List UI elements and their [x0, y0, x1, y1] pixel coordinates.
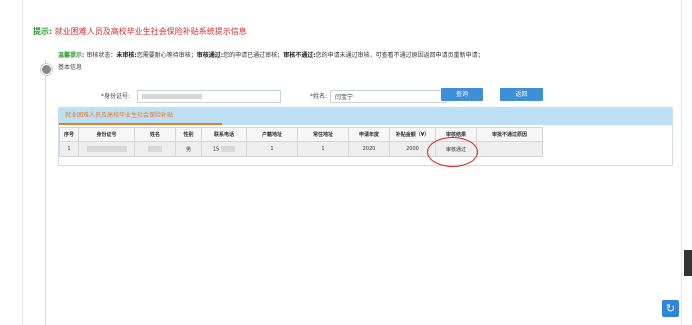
side-scroll-tab[interactable] — [684, 250, 692, 276]
table-header-row: 序号 身份证号 姓名 性别 联系电话 户籍地址 常住地址 申请年度 补贴金额（¥… — [59, 127, 543, 142]
cell-reason — [476, 141, 543, 157]
notice-label: 温馨提示: — [58, 52, 85, 59]
cell-year: 2020 — [348, 141, 390, 157]
name-label: *姓名: — [310, 93, 328, 100]
notice-part-1: 审核状态： — [86, 52, 117, 59]
system-tip: 提示: 就业困难人员及高校毕业生社会保险补贴系统提示信息 — [33, 27, 247, 37]
tip-text: 就业困难人员及高校毕业生社会保险补贴系统提示信息 — [54, 27, 247, 36]
timeline-dot-icon — [41, 64, 52, 75]
col-header-residence: 常住地址 — [297, 127, 349, 142]
result-panel: 就业困难人员及高校毕业生社会保险补贴 序号 身份证号 姓名 性别 联系电话 户籍… — [58, 107, 673, 166]
notice-key-unreviewed: 未审核: — [116, 52, 137, 59]
basic-info-heading: 基本信息 — [58, 64, 83, 71]
notice-key-rejected: 审核不通过: — [283, 52, 316, 59]
col-header-year: 申请年度 — [348, 127, 390, 142]
back-button[interactable]: 返回 — [500, 88, 543, 101]
col-header-id: 身份证号 — [78, 127, 135, 142]
result-highlight-circle — [427, 137, 478, 167]
cell-phone-prefix: 15 — [212, 146, 220, 153]
panel-title-underline — [59, 123, 222, 125]
cell-residence: 1 — [297, 141, 349, 157]
cell-index: 1 — [59, 141, 79, 157]
notice-part-2: 您需要耐心等待审核； — [136, 52, 197, 59]
refresh-icon[interactable]: ↻ — [662, 300, 679, 317]
col-header-gender: 性别 — [175, 127, 202, 142]
query-button[interactable]: 查询 — [441, 88, 483, 101]
notice-part-4: 您的申请未通过审核，可查看不通过原因返回申请页重新申请； — [315, 52, 484, 59]
col-header-index: 序号 — [59, 127, 79, 142]
panel-title: 就业困难人员及高校毕业生社会保险补贴 — [65, 112, 174, 119]
cell-household: 1 — [246, 141, 298, 157]
col-header-name: 姓名 — [134, 127, 176, 142]
col-header-phone: 联系电话 — [201, 127, 247, 142]
tip-label: 提示: — [33, 27, 53, 36]
col-header-household: 户籍地址 — [246, 127, 298, 142]
notice-part-3: 您的申请已通过审核； — [223, 52, 284, 59]
cell-id-masked — [78, 141, 135, 157]
col-header-reason: 审批不通过原因 — [476, 127, 543, 142]
notice-text: 温馨提示: 审核状态：未审核:您需要耐心等待审核；审核通过:您的申请已通过审核；… — [58, 52, 484, 60]
masked-id-value — [142, 94, 202, 99]
id-number-label: *身份证号: — [101, 93, 131, 100]
cell-name-masked — [134, 141, 176, 157]
timeline-line — [45, 60, 46, 325]
col-header-amount: 补贴金额（¥） — [389, 127, 436, 142]
name-input[interactable]: 闫宝宁 — [330, 90, 446, 103]
cell-gender: 男 — [175, 141, 202, 157]
panel-header: 就业困难人员及高校毕业生社会保险补贴 — [59, 108, 672, 125]
cell-phone: 15 — [201, 141, 247, 157]
notice-key-approved: 审核通过: — [196, 52, 224, 59]
id-number-input[interactable] — [137, 90, 281, 103]
